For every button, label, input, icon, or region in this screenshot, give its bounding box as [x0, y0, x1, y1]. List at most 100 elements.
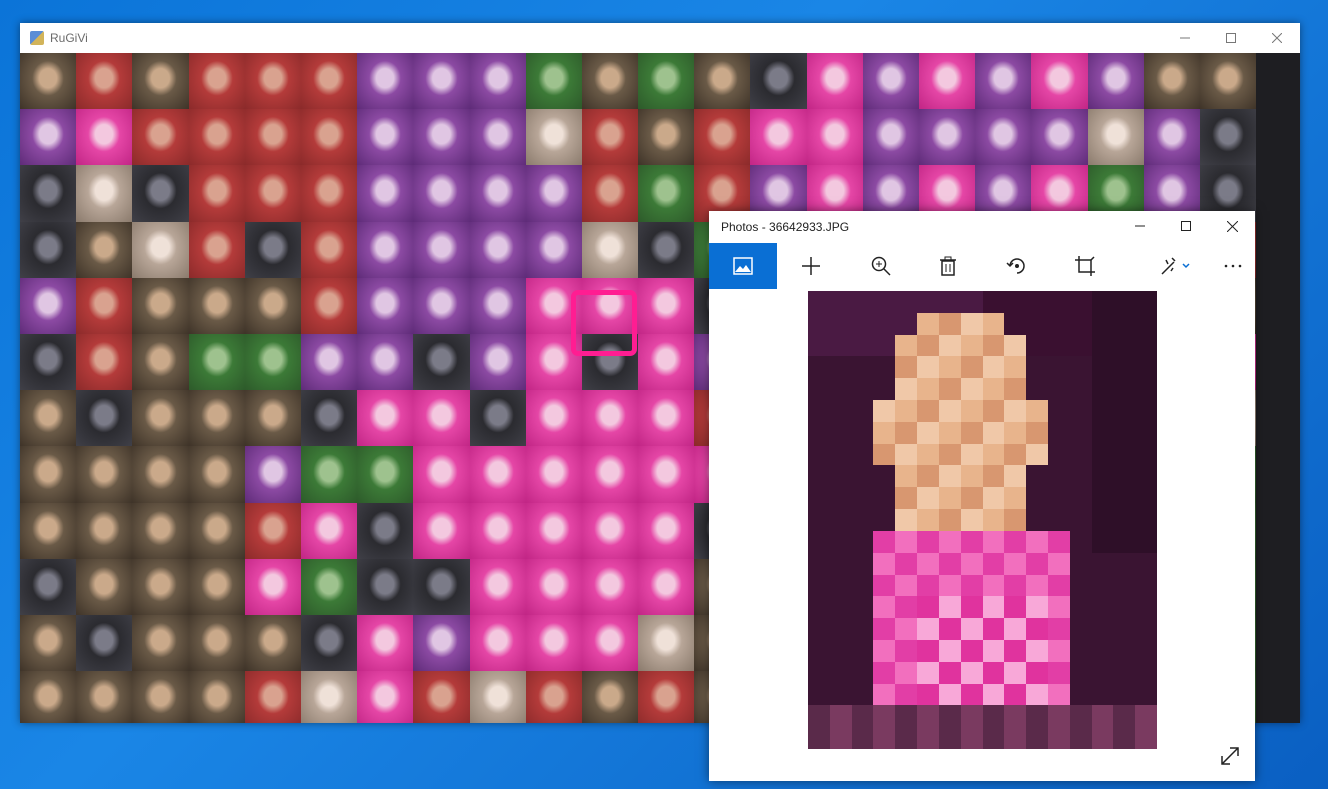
view-icon[interactable]: [709, 243, 777, 289]
image-thumbnail[interactable]: [581, 333, 639, 391]
rotate-icon[interactable]: [985, 243, 1049, 289]
image-thumbnail[interactable]: [244, 390, 301, 447]
image-thumbnail[interactable]: [188, 502, 245, 559]
image-thumbnail[interactable]: [76, 165, 133, 222]
image-thumbnail[interactable]: [638, 53, 695, 110]
image-thumbnail[interactable]: [20, 446, 77, 503]
zoom-icon[interactable]: [849, 243, 913, 289]
delete-icon[interactable]: [916, 243, 980, 289]
add-icon[interactable]: [779, 243, 843, 289]
image-thumbnail[interactable]: [525, 165, 582, 222]
image-thumbnail[interactable]: [638, 390, 695, 447]
image-thumbnail[interactable]: [357, 446, 414, 503]
image-thumbnail[interactable]: [862, 109, 919, 166]
image-thumbnail[interactable]: [300, 277, 358, 334]
image-thumbnail[interactable]: [581, 165, 639, 222]
image-thumbnail[interactable]: [581, 671, 639, 723]
image-thumbnail[interactable]: [806, 109, 863, 166]
image-thumbnail[interactable]: [300, 614, 358, 672]
image-thumbnail[interactable]: [413, 277, 470, 334]
minimize-button[interactable]: [1162, 23, 1208, 53]
image-thumbnail[interactable]: [244, 558, 301, 615]
image-thumbnail[interactable]: [638, 671, 695, 723]
image-thumbnail[interactable]: [525, 221, 582, 278]
image-thumbnail[interactable]: [638, 165, 695, 222]
image-thumbnail[interactable]: [469, 277, 526, 334]
image-thumbnail[interactable]: [300, 446, 358, 503]
image-thumbnail[interactable]: [188, 109, 245, 166]
image-thumbnail[interactable]: [20, 502, 77, 559]
image-thumbnail[interactable]: [638, 502, 695, 559]
image-thumbnail[interactable]: [638, 333, 695, 391]
image-thumbnail[interactable]: [20, 109, 77, 166]
image-thumbnail[interactable]: [300, 221, 358, 278]
image-thumbnail[interactable]: [244, 109, 301, 166]
image-thumbnail[interactable]: [76, 333, 133, 391]
image-thumbnail[interactable]: [357, 109, 414, 166]
image-thumbnail[interactable]: [1199, 53, 1257, 110]
image-thumbnail[interactable]: [638, 614, 695, 672]
image-thumbnail[interactable]: [188, 558, 245, 615]
image-thumbnail[interactable]: [132, 221, 189, 278]
image-thumbnail[interactable]: [188, 53, 245, 110]
image-thumbnail[interactable]: [469, 333, 526, 391]
image-thumbnail[interactable]: [244, 502, 301, 559]
image-thumbnail[interactable]: [244, 53, 301, 110]
image-thumbnail[interactable]: [469, 390, 526, 447]
image-thumbnail[interactable]: [975, 53, 1032, 110]
image-thumbnail[interactable]: [525, 671, 582, 723]
photos-maximize-button[interactable]: [1163, 211, 1209, 241]
image-thumbnail[interactable]: [638, 221, 695, 278]
image-thumbnail[interactable]: [862, 53, 919, 110]
image-thumbnail[interactable]: [525, 614, 582, 672]
image-thumbnail[interactable]: [750, 53, 807, 110]
more-icon[interactable]: [1201, 243, 1265, 289]
image-thumbnail[interactable]: [1143, 53, 1200, 110]
image-thumbnail[interactable]: [76, 446, 133, 503]
image-thumbnail[interactable]: [357, 333, 414, 391]
image-thumbnail[interactable]: [300, 109, 358, 166]
image-thumbnail[interactable]: [20, 277, 77, 334]
image-thumbnail[interactable]: [300, 333, 358, 391]
image-thumbnail[interactable]: [132, 165, 189, 222]
image-thumbnail[interactable]: [525, 390, 582, 447]
image-thumbnail[interactable]: [469, 558, 526, 615]
image-thumbnail[interactable]: [20, 390, 77, 447]
image-thumbnail[interactable]: [300, 165, 358, 222]
image-thumbnail[interactable]: [244, 614, 301, 672]
image-thumbnail[interactable]: [76, 53, 133, 110]
image-thumbnail[interactable]: [1031, 53, 1088, 110]
image-thumbnail[interactable]: [20, 671, 77, 723]
image-thumbnail[interactable]: [76, 109, 133, 166]
image-thumbnail[interactable]: [806, 53, 863, 110]
image-thumbnail[interactable]: [975, 109, 1032, 166]
image-thumbnail[interactable]: [525, 277, 582, 334]
image-thumbnail[interactable]: [413, 109, 470, 166]
image-thumbnail[interactable]: [694, 53, 751, 110]
image-thumbnail[interactable]: [638, 558, 695, 615]
image-thumbnail[interactable]: [132, 277, 189, 334]
image-thumbnail[interactable]: [469, 53, 526, 110]
crop-icon[interactable]: [1053, 243, 1117, 289]
image-thumbnail[interactable]: [525, 558, 582, 615]
image-thumbnail[interactable]: [525, 502, 582, 559]
image-thumbnail[interactable]: [469, 502, 526, 559]
image-thumbnail[interactable]: [919, 53, 976, 110]
image-thumbnail[interactable]: [638, 109, 695, 166]
photos-title-bar[interactable]: Photos - 36642933.JPG: [709, 211, 1255, 243]
image-thumbnail[interactable]: [244, 671, 301, 723]
image-thumbnail[interactable]: [1087, 53, 1144, 110]
image-thumbnail[interactable]: [132, 558, 189, 615]
image-thumbnail[interactable]: [638, 277, 695, 334]
image-thumbnail[interactable]: [188, 333, 245, 391]
image-thumbnail[interactable]: [581, 221, 639, 278]
image-thumbnail[interactable]: [1087, 109, 1144, 166]
image-thumbnail[interactable]: [20, 614, 77, 672]
image-thumbnail[interactable]: [469, 671, 526, 723]
image-thumbnail[interactable]: [413, 165, 470, 222]
image-thumbnail[interactable]: [469, 221, 526, 278]
image-thumbnail[interactable]: [188, 614, 245, 672]
image-thumbnail[interactable]: [525, 333, 582, 391]
image-thumbnail[interactable]: [132, 333, 189, 391]
image-thumbnail[interactable]: [188, 390, 245, 447]
